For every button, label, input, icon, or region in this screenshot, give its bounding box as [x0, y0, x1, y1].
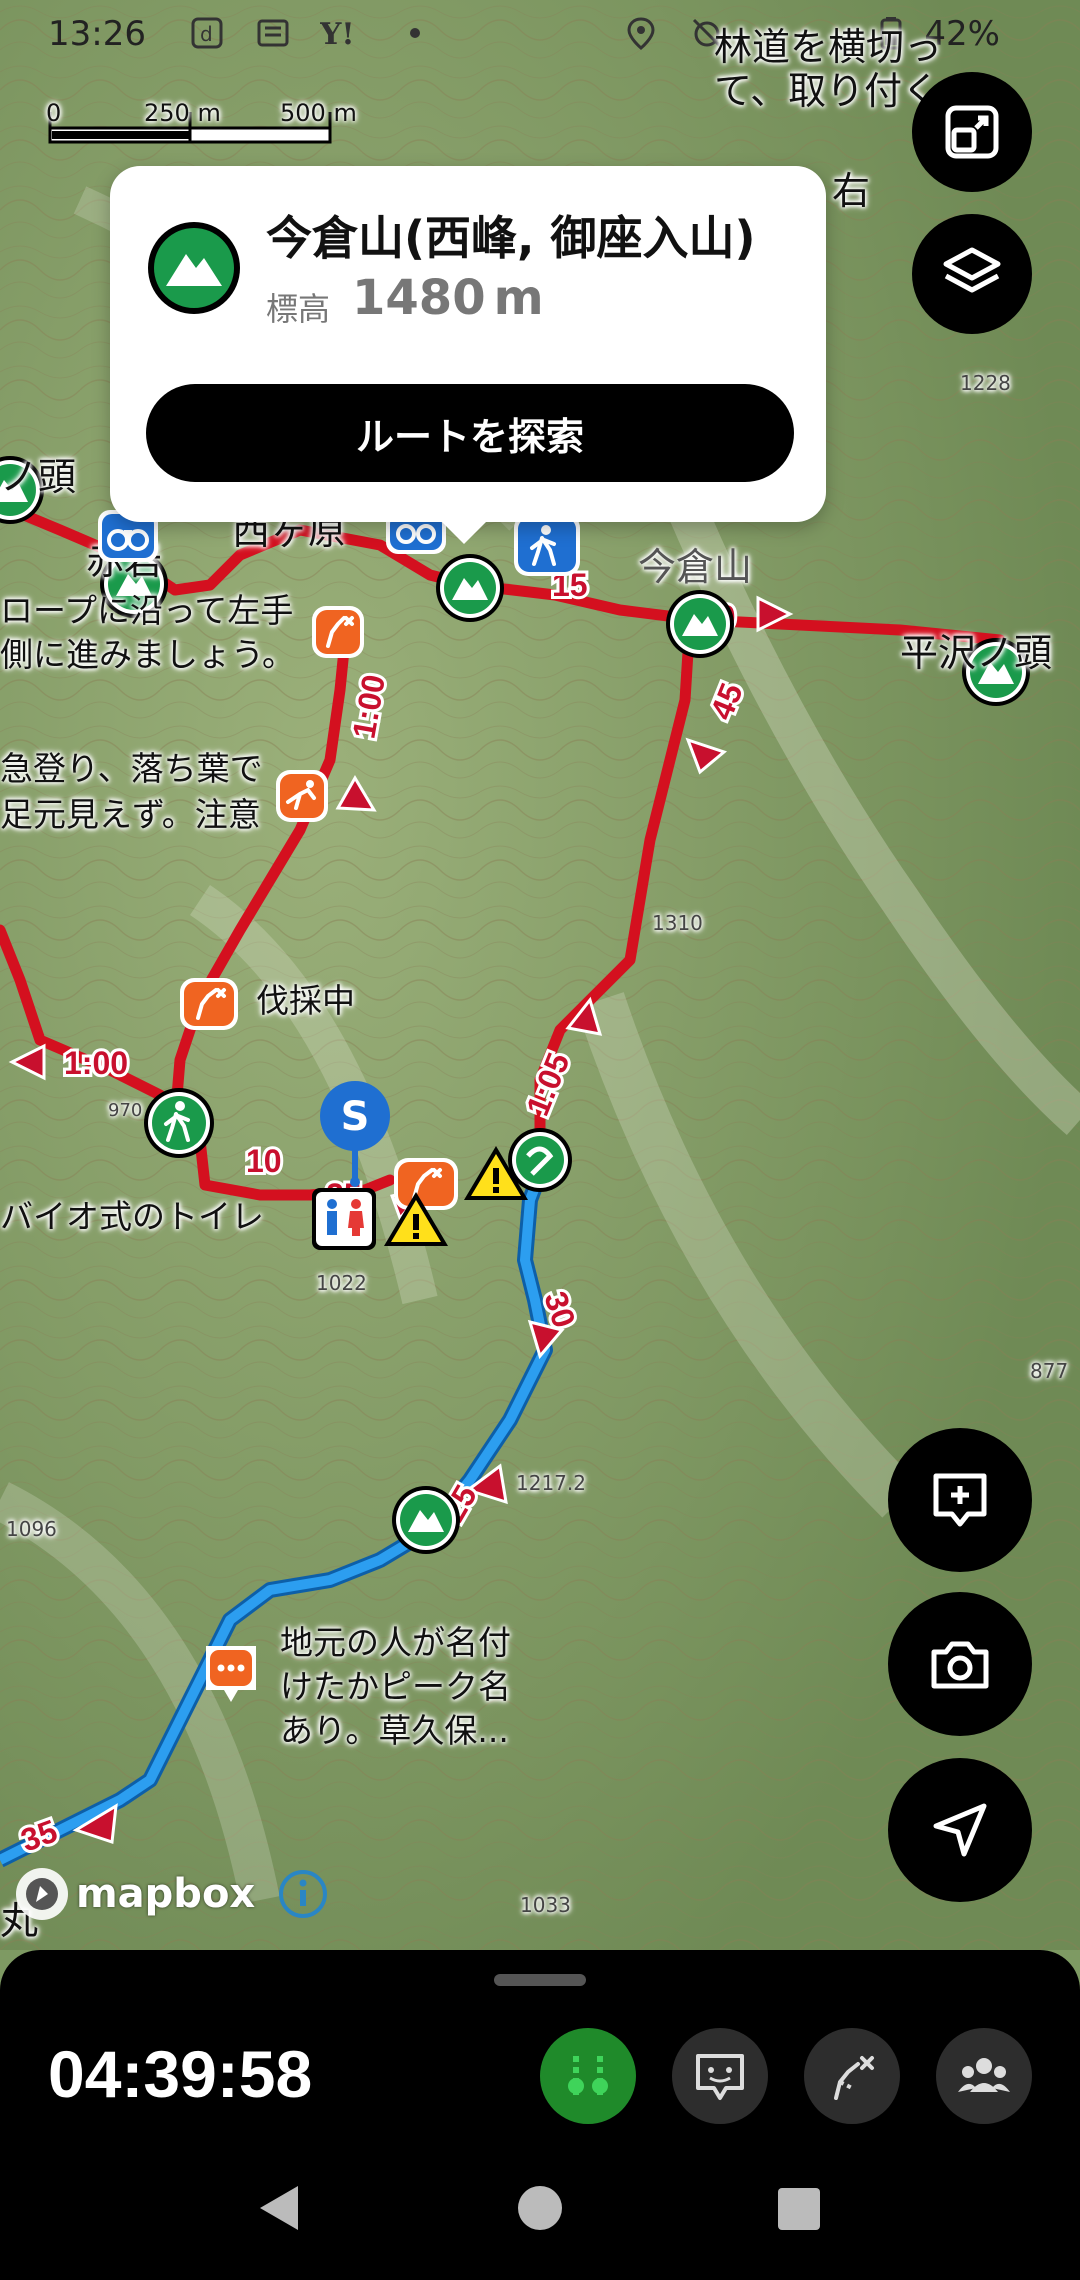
- label-hirasawa: 平沢ノ頭: [900, 631, 1053, 675]
- scale-mid: 250 m: [144, 99, 221, 127]
- scale-end: 500 m: [280, 99, 357, 127]
- mapbox-attribution[interactable]: mapbox: [14, 1866, 329, 1922]
- label-toilet: バイオ式のトイレ: [0, 1197, 264, 1236]
- popup-elevation-value: 1480 m: [352, 270, 544, 326]
- news-icon: [257, 19, 289, 47]
- add-memo-button[interactable]: [888, 1428, 1032, 1572]
- peak-imakurayama-west-marker[interactable]: [436, 554, 504, 622]
- add-memo-icon: [933, 1473, 987, 1527]
- status-time: 13:26: [48, 14, 146, 54]
- chat-button[interactable]: [672, 2028, 768, 2124]
- label-imakurayama-map: 今倉山: [638, 545, 753, 589]
- navigate-button[interactable]: [888, 1758, 1032, 1902]
- drag-handle[interactable]: [494, 1974, 586, 1986]
- label-rope-note-1: ロープに沿って左手: [0, 591, 294, 630]
- group-icon: [958, 2058, 1010, 2092]
- scale-bar: 0 250 m 500 m: [46, 98, 357, 162]
- peak-southern-marker[interactable]: [392, 1486, 460, 1554]
- chat-icon: [696, 2054, 744, 2100]
- location-icon: [627, 17, 655, 50]
- popup-title: 今倉山(西峰, 御座入山): [266, 211, 756, 265]
- label-climb-note-2: 足元見えず。注意: [0, 795, 261, 834]
- label-peak-left: ノ頭: [0, 455, 77, 499]
- elev-1022: 1022: [316, 1271, 367, 1295]
- mountain-peak-icon: [148, 222, 240, 314]
- elev-1228: 1228: [960, 371, 1011, 395]
- layers-button[interactable]: [912, 214, 1032, 334]
- label-local-note-2: けたかピーク名: [280, 1667, 511, 1706]
- svg-text:Y!: Y!: [320, 17, 355, 50]
- route-branch-icon: [834, 2056, 874, 2100]
- label-trail-note-2: て、取り付く: [714, 69, 941, 113]
- layers-icon: [943, 247, 1001, 293]
- route-time-t10: 10: [246, 1143, 282, 1179]
- danger-slip-poi-icon[interactable]: [274, 768, 330, 824]
- search-route-button[interactable]: ルートを探索: [146, 384, 794, 482]
- hiker-marker-icon[interactable]: [142, 1086, 216, 1160]
- elev-1217: 1217.2: [516, 1471, 586, 1495]
- route-pins-button[interactable]: [540, 2028, 636, 2124]
- route-time-t100b: 1:00: [64, 1045, 128, 1081]
- label-rope-note-2: 側に進みましょう。: [0, 635, 296, 674]
- camera-button[interactable]: [888, 1592, 1032, 1736]
- info-icon[interactable]: [277, 1868, 329, 1920]
- back-nav-icon[interactable]: [256, 2182, 304, 2234]
- bottom-panel[interactable]: 04:39:58: [0, 1950, 1080, 2280]
- elev-1096: 1096: [6, 1517, 57, 1541]
- elev-1033: 1033: [520, 1893, 571, 1917]
- elapsed-timer: 04:39:58: [48, 2037, 313, 2111]
- label-climb-note-1: 急登り、落ち葉で: [0, 749, 263, 788]
- system-nav-bar: [0, 2168, 1080, 2280]
- camera-icon: [931, 1641, 989, 1689]
- label-logging: 伐採中: [256, 981, 355, 1020]
- warning-icon-1[interactable]: [380, 1186, 452, 1252]
- label-trail-note-3: 右: [832, 169, 871, 213]
- elev-877: 877: [1030, 1359, 1069, 1383]
- scale-zero: 0: [46, 99, 62, 127]
- start-marker-label: S: [341, 1094, 370, 1140]
- peak-info-popup[interactable]: 今倉山(西峰, 御座入山) 標高 1480 m ルートを探索: [110, 166, 826, 544]
- mapbox-logo-icon: [16, 1868, 68, 1920]
- docomo-d-icon: d: [191, 17, 223, 49]
- route-branch-button[interactable]: [804, 2028, 900, 2124]
- dot-icon: [410, 28, 420, 38]
- navigate-icon: [933, 1803, 987, 1857]
- mapbox-brand: mapbox: [76, 1871, 256, 1917]
- route-pins-icon: [568, 2056, 608, 2096]
- label-trail-note-1: 林道を横切っ: [714, 25, 943, 69]
- expand-button[interactable]: [912, 72, 1032, 192]
- label-local-note-1: 地元の人が名付: [280, 1623, 511, 1662]
- label-local-note-3: あり。草久保...: [280, 1711, 509, 1750]
- recents-nav-icon[interactable]: [776, 2186, 822, 2232]
- expand-icon: [945, 105, 999, 159]
- home-nav-icon[interactable]: [516, 2184, 564, 2232]
- peak-imakurayama-east-marker[interactable]: [666, 590, 734, 658]
- trail-branch-poi-icon[interactable]: [310, 604, 366, 660]
- trailhead-poi-icon[interactable]: [506, 1126, 574, 1194]
- svg-text:d: d: [200, 22, 213, 46]
- yahoo-icon: Y!: [320, 17, 355, 50]
- elev-970: 970: [108, 1100, 143, 1121]
- logging-poi-icon[interactable]: [178, 976, 240, 1032]
- map-view[interactable]: 1520451:001:001:051025302535 13:26 d Y! …: [0, 0, 1080, 1950]
- comment-poi-icon[interactable]: [200, 1640, 262, 1712]
- popup-elevation-label: 標高: [266, 290, 331, 328]
- start-marker[interactable]: S: [316, 1080, 394, 1190]
- group-button[interactable]: [936, 2028, 1032, 2124]
- toilet-poi-icon[interactable]: [310, 1186, 378, 1252]
- elev-1310: 1310: [652, 911, 703, 935]
